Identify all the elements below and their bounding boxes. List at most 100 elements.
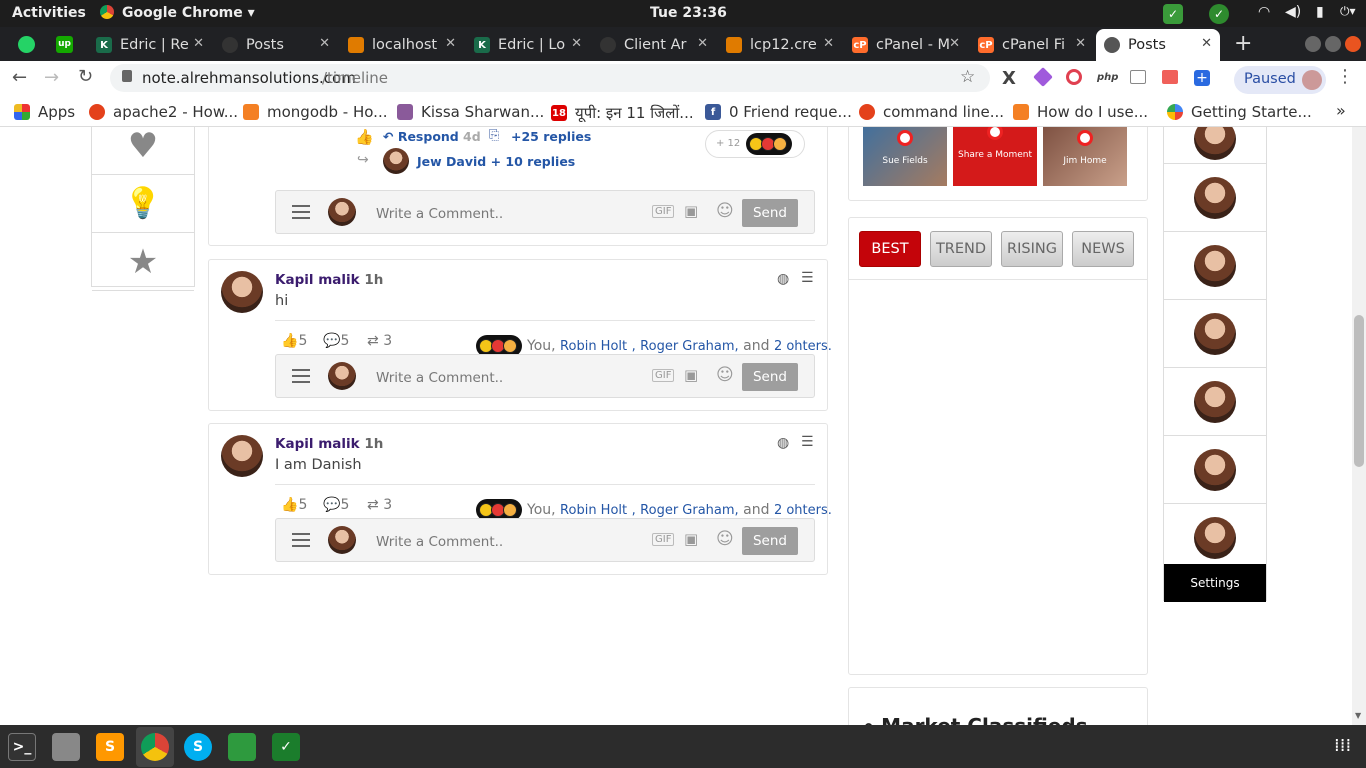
bookmark-mongodb[interactable]: mongodb - Ho...: [243, 103, 387, 121]
reply-user-link[interactable]: Jew David + 10 replies: [417, 154, 575, 169]
volume-icon[interactable]: ◀): [1285, 4, 1301, 20]
window-extension-icon[interactable]: [1130, 70, 1146, 84]
bookmark-kissa[interactable]: Kissa Sharwan...: [397, 103, 544, 121]
bookmark-facebook[interactable]: f0 Friend reque...: [705, 103, 852, 121]
paused-profile-button[interactable]: Paused: [1234, 66, 1326, 94]
back-arrow-icon[interactable]: ←: [12, 67, 27, 88]
user-link[interactable]: Robin Holt: [560, 339, 627, 354]
battery-icon[interactable]: ▮: [1316, 4, 1324, 20]
app-menu[interactable]: Google Chrome ▾: [122, 5, 255, 21]
comment-input[interactable]: Write a Comment..: [376, 370, 503, 386]
maximize-window-icon[interactable]: [1325, 36, 1341, 52]
show-apps-grid-icon[interactable]: ⁞⁞⁞: [1334, 735, 1351, 756]
like-count[interactable]: 👍5: [281, 333, 307, 349]
minimize-window-icon[interactable]: [1305, 36, 1321, 52]
sublime-text-icon[interactable]: S: [96, 733, 124, 761]
bookmark-hindi-news[interactable]: 18 यूपी: इन 11 जिलों...: [551, 103, 694, 123]
share-count[interactable]: ⇄ 3: [367, 333, 392, 349]
send-button[interactable]: Send: [742, 199, 798, 227]
spreadsheet-icon[interactable]: [228, 733, 256, 761]
replies-link[interactable]: +25 replies: [511, 129, 591, 144]
bookmark-star-icon[interactable]: ☆: [960, 67, 975, 87]
others-link[interactable]: 2 ohters.: [774, 339, 832, 354]
close-tab-icon[interactable]: ✕: [823, 36, 834, 51]
close-tab-icon[interactable]: ✕: [445, 36, 456, 51]
circle-extension-icon[interactable]: [1066, 69, 1082, 85]
smiley-icon[interactable]: ☺: [716, 529, 734, 549]
post-author[interactable]: Kapil malik 1h: [275, 436, 383, 452]
user-item[interactable]: [1164, 232, 1266, 300]
close-tab-icon[interactable]: ✕: [193, 36, 204, 51]
reaction-counter[interactable]: + 12: [705, 130, 805, 158]
whatsapp-pinned-tab-icon[interactable]: [18, 36, 35, 53]
story-card[interactable]: Jim Home: [1043, 127, 1127, 186]
x-extension-icon[interactable]: X: [1002, 68, 1016, 89]
story-card[interactable]: Sue Fields: [863, 127, 947, 186]
terminal-icon[interactable]: >_: [8, 733, 36, 761]
gif-icon[interactable]: GIF: [652, 369, 675, 382]
close-tab-icon[interactable]: ✕: [1075, 36, 1086, 51]
tab-client-area[interactable]: Client Ar ✕: [592, 29, 716, 61]
chrome-icon[interactable]: [141, 733, 169, 761]
close-tab-icon[interactable]: ✕: [1201, 36, 1212, 51]
bookmark-command-line[interactable]: command line...: [859, 103, 1004, 121]
user-link[interactable]: Robin Holt: [560, 503, 627, 518]
bookmark-apache2[interactable]: apache2 - How...: [89, 103, 238, 121]
clock[interactable]: Tue 23:36: [650, 5, 727, 21]
php-extension-icon[interactable]: php: [1097, 72, 1118, 83]
close-tab-icon[interactable]: ✕: [319, 36, 330, 51]
settings-button[interactable]: Settings: [1164, 564, 1266, 602]
send-button[interactable]: Send: [742, 527, 798, 555]
lightbulb-icon[interactable]: 💡: [92, 175, 194, 233]
user-link[interactable]: Roger Graham,: [640, 503, 739, 518]
post-author[interactable]: Kapil malik 1h: [275, 272, 383, 288]
omnibox[interactable]: note.alrehmansolutions.com /timeline ☆: [110, 64, 990, 92]
activities-button[interactable]: Activities: [12, 5, 86, 21]
user-link[interactable]: Roger Graham,: [640, 339, 739, 354]
tab-best[interactable]: BEST: [859, 231, 921, 267]
menu-icon[interactable]: [292, 533, 310, 547]
tab-cpanel-m[interactable]: cP cPanel - M ✕: [844, 29, 968, 61]
tab-edric-lo[interactable]: K Edric | Lo ✕: [466, 29, 590, 61]
user-item[interactable]: [1164, 368, 1266, 436]
shield-app-icon[interactable]: ✓: [272, 733, 300, 761]
reload-icon[interactable]: ↻: [78, 66, 93, 87]
comment-count[interactable]: 💬5: [323, 333, 349, 349]
comment-count[interactable]: 💬5: [323, 497, 349, 513]
menu-icon[interactable]: [292, 369, 310, 383]
check-tray-icon[interactable]: ✓: [1163, 4, 1183, 24]
tab-posts-1[interactable]: Posts ✕: [214, 29, 338, 61]
share-count[interactable]: ⇄ 3: [367, 497, 392, 513]
user-item[interactable]: [1164, 300, 1266, 368]
new-tab-plus-icon[interactable]: +: [1234, 31, 1252, 56]
scroll-down-arrow-icon[interactable]: ▼: [1355, 711, 1361, 720]
bookmark-getting-started[interactable]: Getting Starte...: [1167, 103, 1312, 121]
tab-posts-active[interactable]: Posts ✕: [1096, 29, 1220, 61]
forward-arrow-icon[interactable]: →: [44, 67, 59, 88]
gif-icon[interactable]: GIF: [652, 205, 675, 218]
user-item[interactable]: [1164, 164, 1266, 232]
comment-input[interactable]: Write a Comment..: [376, 534, 503, 550]
wifi-icon[interactable]: ◠: [1258, 4, 1270, 20]
star-icon[interactable]: ★: [92, 233, 194, 291]
settings-sliders-icon[interactable]: ☰: [801, 270, 814, 286]
close-tab-icon[interactable]: ✕: [571, 36, 582, 51]
comment-input[interactable]: Write a Comment..: [376, 206, 503, 222]
video-extension-icon[interactable]: [1162, 70, 1178, 84]
close-tab-icon[interactable]: ✕: [697, 36, 708, 51]
bookmark-apps[interactable]: Apps: [14, 103, 75, 121]
tab-trend[interactable]: TREND: [930, 231, 992, 267]
respond-link[interactable]: ↶ Respond: [383, 129, 459, 144]
avatar[interactable]: [383, 148, 409, 174]
avatar[interactable]: [221, 435, 263, 477]
settings-sliders-icon[interactable]: ☰: [801, 434, 814, 450]
like-count[interactable]: 👍5: [281, 497, 307, 513]
user-item[interactable]: [1164, 436, 1266, 504]
plus-extension-icon[interactable]: +: [1194, 70, 1210, 86]
tab-cpanel-fi[interactable]: cP cPanel Fi ✕: [970, 29, 1094, 61]
thumbs-up-icon[interactable]: 👍: [355, 128, 374, 146]
send-button[interactable]: Send: [742, 363, 798, 391]
files-icon[interactable]: [52, 733, 80, 761]
upwork-pinned-tab-icon[interactable]: up: [56, 36, 73, 53]
share-moment-card[interactable]: Share a Moment: [953, 127, 1037, 186]
